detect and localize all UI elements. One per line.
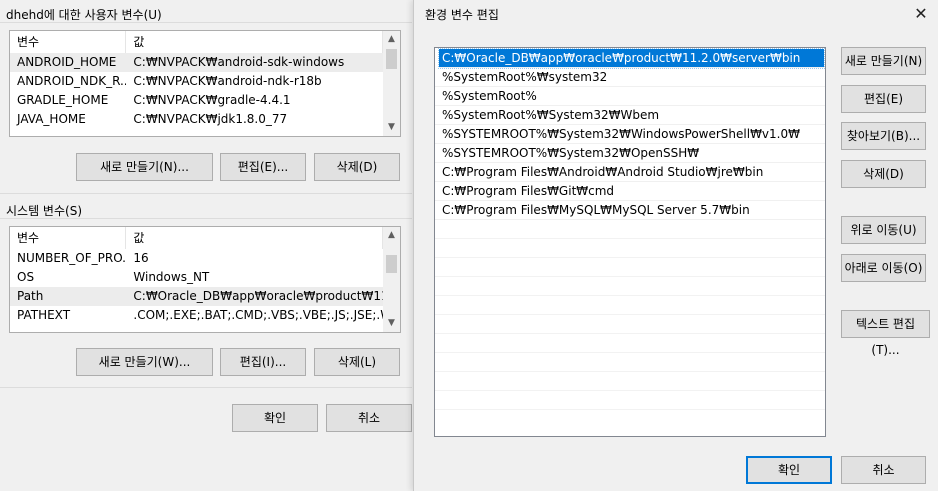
list-item[interactable]: %SYSTEMROOT%₩System32₩WindowsPowerShell₩… <box>435 125 825 144</box>
variable-value: .COM;.EXE;.BAT;.CMD;.VBS;.VBE;.JS;.JSE;.… <box>133 308 383 322</box>
scroll-thumb[interactable] <box>386 255 397 273</box>
list-item[interactable]: C:₩Program Files₩MySQL₩MySQL Server 5.7₩… <box>435 201 825 220</box>
group-divider <box>0 218 412 219</box>
vertical-scrollbar[interactable]: ▲ ▼ <box>383 227 400 332</box>
edit-text-button[interactable]: 텍스트 편집(T)... <box>841 310 930 357</box>
empty-list-row[interactable] <box>435 353 825 372</box>
path-list[interactable]: C:₩Oracle_DB₩app₩oracle₩product₩11.2.0₩s… <box>434 47 826 437</box>
list-header: 변수 값 <box>10 227 383 249</box>
dialog-title: 환경 변수 편집 <box>425 8 499 22</box>
column-header-value[interactable]: 값 <box>126 31 383 53</box>
move-down-button[interactable]: 아래로 이동(O) <box>841 254 926 282</box>
list-item[interactable]: C:₩Oracle_DB₩app₩oracle₩product₩11.2.0₩s… <box>438 48 825 69</box>
variable-value: C:₩Oracle_DB₩app₩oracle₩product₩11.2.... <box>133 289 383 303</box>
empty-list-row[interactable] <box>435 277 825 296</box>
list-item[interactable]: %SystemRoot%₩System32₩Wbem <box>435 106 825 125</box>
ok-button[interactable]: 확인 <box>232 404 318 432</box>
scroll-down-icon[interactable]: ▼ <box>383 119 400 136</box>
empty-list-row[interactable] <box>435 315 825 334</box>
empty-list-row[interactable] <box>435 296 825 315</box>
system-variables-label: 시스템 변수(S) <box>6 204 82 218</box>
variable-name: JAVA_HOME <box>17 112 86 126</box>
system-delete-button[interactable]: 삭제(L) <box>314 348 400 376</box>
variable-value: C:₩NVPACK₩android-ndk-r18b <box>133 74 322 88</box>
table-row[interactable]: GRADLE_HOME C:₩NVPACK₩gradle-4.4.1 <box>10 91 383 110</box>
list-item[interactable]: C:₩Program Files₩Git₩cmd <box>435 182 825 201</box>
empty-list-row[interactable] <box>435 220 825 239</box>
variable-name: ANDROID_NDK_R... <box>17 74 127 88</box>
new-button[interactable]: 새로 만들기(N) <box>841 47 926 75</box>
group-divider <box>0 193 412 194</box>
system-edit-button[interactable]: 편집(I)... <box>220 348 306 376</box>
variable-value: 16 <box>133 251 149 265</box>
group-divider <box>0 22 412 23</box>
empty-list-row[interactable] <box>435 391 825 410</box>
user-variables-list[interactable]: 변수 값 ANDROID_HOME C:₩NVPACK₩android-sdk-… <box>9 30 401 137</box>
table-row[interactable]: ANDROID_NDK_R... C:₩NVPACK₩android-ndk-r… <box>10 72 383 91</box>
empty-list-row[interactable] <box>435 258 825 277</box>
cancel-button[interactable]: 취소 <box>326 404 412 432</box>
scroll-down-icon[interactable]: ▼ <box>383 315 400 332</box>
scroll-thumb[interactable] <box>386 49 397 69</box>
environment-variables-dialog: dhehd에 대한 사용자 변수(U) 변수 값 ANDROID_HOME C:… <box>0 0 412 491</box>
variable-value: Windows_NT <box>133 270 210 284</box>
user-variables-label: dhehd에 대한 사용자 변수(U) <box>6 8 162 22</box>
list-item[interactable]: %SYSTEMROOT%₩System32₩OpenSSH₩ <box>435 144 825 163</box>
table-row[interactable]: OS Windows_NT <box>10 268 383 287</box>
move-up-button[interactable]: 위로 이동(U) <box>841 216 926 244</box>
cancel-button[interactable]: 취소 <box>841 456 926 484</box>
edit-button[interactable]: 편집(E) <box>841 85 926 113</box>
system-variables-list[interactable]: 변수 값 NUMBER_OF_PRO... 16 OS Windows_NT P… <box>9 226 401 333</box>
variable-value: C:₩NVPACK₩jdk1.8.0_77 <box>133 112 288 126</box>
variable-value: C:₩NVPACK₩gradle-4.4.1 <box>133 93 291 107</box>
empty-list-row[interactable] <box>435 239 825 258</box>
ok-button[interactable]: 확인 <box>746 456 832 484</box>
table-row[interactable]: Path C:₩Oracle_DB₩app₩oracle₩product₩11.… <box>10 287 383 306</box>
user-delete-button[interactable]: 삭제(D) <box>314 153 400 181</box>
vertical-scrollbar[interactable]: ▲ ▼ <box>383 31 400 136</box>
column-header-variable[interactable]: 변수 <box>10 227 127 249</box>
group-divider <box>0 387 412 388</box>
variable-name: OS <box>17 270 35 284</box>
user-edit-button[interactable]: 편집(E)... <box>220 153 306 181</box>
empty-list-row[interactable] <box>435 334 825 353</box>
scroll-up-icon[interactable]: ▲ <box>383 31 400 48</box>
variable-name: NUMBER_OF_PRO... <box>17 251 127 265</box>
variable-name: Path <box>17 289 44 303</box>
variable-name: PATHEXT <box>17 308 71 322</box>
edit-environment-variable-dialog: 환경 변수 편집 ✕ C:₩Oracle_DB₩app₩oracle₩produ… <box>413 0 938 491</box>
table-row[interactable]: NUMBER_OF_PRO... 16 <box>10 249 383 268</box>
variable-name: ANDROID_HOME <box>17 55 117 69</box>
variable-value: C:₩NVPACK₩android-sdk-windows <box>133 55 345 69</box>
list-header: 변수 값 <box>10 31 383 53</box>
list-item[interactable]: C:₩Program Files₩Android₩Android Studio₩… <box>435 163 825 182</box>
delete-button[interactable]: 삭제(D) <box>841 160 926 188</box>
close-icon[interactable]: ✕ <box>904 0 938 28</box>
user-new-button[interactable]: 새로 만들기(N)... <box>76 153 213 181</box>
column-header-variable[interactable]: 변수 <box>10 31 127 53</box>
browse-button[interactable]: 찾아보기(B)... <box>841 122 926 150</box>
empty-list-row[interactable] <box>435 372 825 391</box>
table-row[interactable]: PATHEXT .COM;.EXE;.BAT;.CMD;.VBS;.VBE;.J… <box>10 306 383 325</box>
system-new-button[interactable]: 새로 만들기(W)... <box>76 348 213 376</box>
scroll-up-icon[interactable]: ▲ <box>383 227 400 244</box>
list-item[interactable]: %SystemRoot% <box>435 87 825 106</box>
variable-name: GRADLE_HOME <box>17 93 109 107</box>
list-item[interactable]: %SystemRoot%₩system32 <box>435 68 825 87</box>
table-row[interactable]: JAVA_HOME C:₩NVPACK₩jdk1.8.0_77 <box>10 110 383 129</box>
column-header-value[interactable]: 값 <box>126 227 383 249</box>
table-row[interactable]: ANDROID_HOME C:₩NVPACK₩android-sdk-windo… <box>10 53 383 72</box>
